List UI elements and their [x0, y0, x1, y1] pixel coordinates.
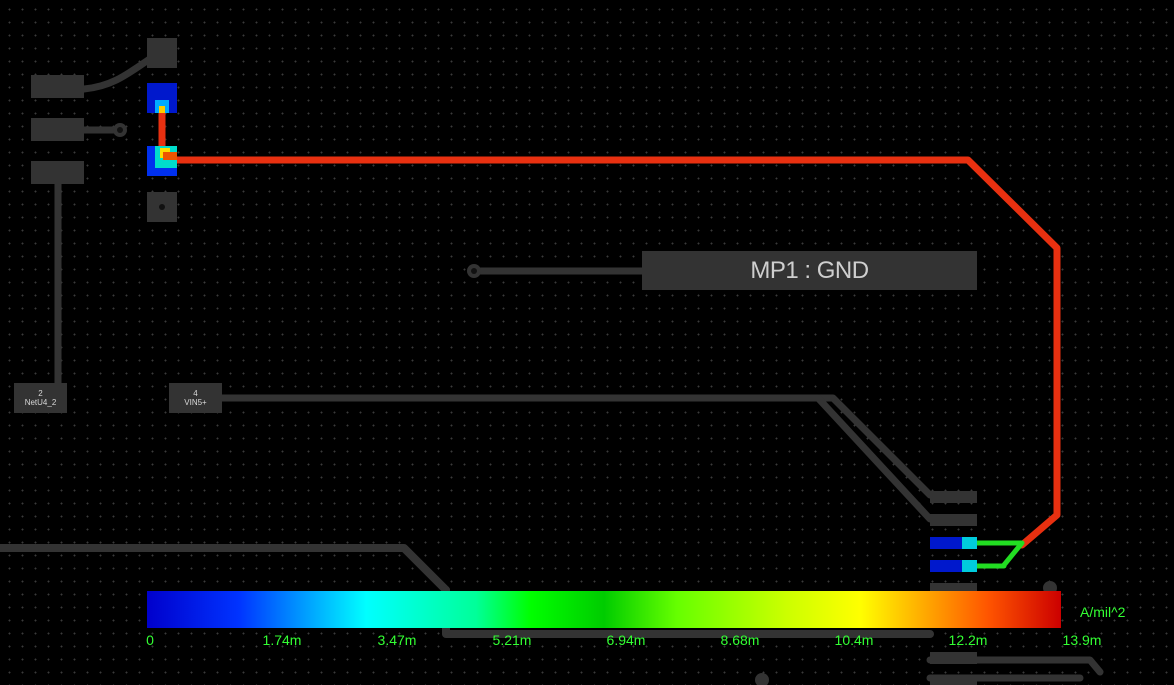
- legend-unit: A/mil^2: [1080, 604, 1126, 620]
- pad-u4-3: [31, 161, 84, 184]
- colored-pads: [147, 83, 977, 572]
- pcb-canvas[interactable]: [0, 0, 1174, 685]
- legend-tick: 12.2m: [948, 632, 988, 648]
- via-4: [755, 673, 769, 685]
- vin-pad-net: VIN5+: [184, 398, 207, 407]
- net-pad-label: 2 NetU4_2: [14, 389, 67, 407]
- legend-tick: 1.74m: [262, 632, 302, 648]
- pad-u4-1: [31, 75, 84, 98]
- pad-ic-7: [930, 675, 977, 685]
- pad-ic-1: [930, 491, 977, 503]
- via-hole-1: [117, 127, 123, 133]
- via-hole-2: [471, 268, 477, 274]
- current-density-trace: [158, 109, 1061, 569]
- mp1-gnd-label: MP1 : GND: [750, 256, 869, 284]
- trace-vin-inner: [218, 394, 934, 523]
- legend-tick: 8.68m: [720, 632, 760, 648]
- current-density-colorbar: [147, 591, 1061, 628]
- net-pad-pin: 2: [38, 389, 43, 398]
- legend-tick: 5.21m: [492, 632, 532, 648]
- mid-trace-upper: [974, 540, 1025, 568]
- pad-top-square: [147, 38, 177, 68]
- pad-ic-2: [930, 514, 977, 526]
- net-pad-net: NetU4_2: [24, 398, 57, 407]
- legend-tick: 6.94m: [606, 632, 646, 648]
- pad-ic-6: [930, 652, 977, 664]
- trace-bottom-left: [0, 544, 450, 594]
- vin-pad-label: 4 VIN5+: [169, 389, 222, 407]
- pads: [14, 38, 1057, 685]
- legend-tick: 0: [146, 632, 154, 648]
- pad-u4-2: [31, 118, 84, 141]
- trace-vin-outer: [218, 394, 934, 499]
- legend-tick: 3.47m: [377, 632, 417, 648]
- vin-pad-pin: 4: [193, 389, 198, 398]
- legend-tick: 13.9m: [1062, 632, 1102, 648]
- legend-tick: 10.4m: [834, 632, 874, 648]
- via-hole-3: [159, 204, 165, 210]
